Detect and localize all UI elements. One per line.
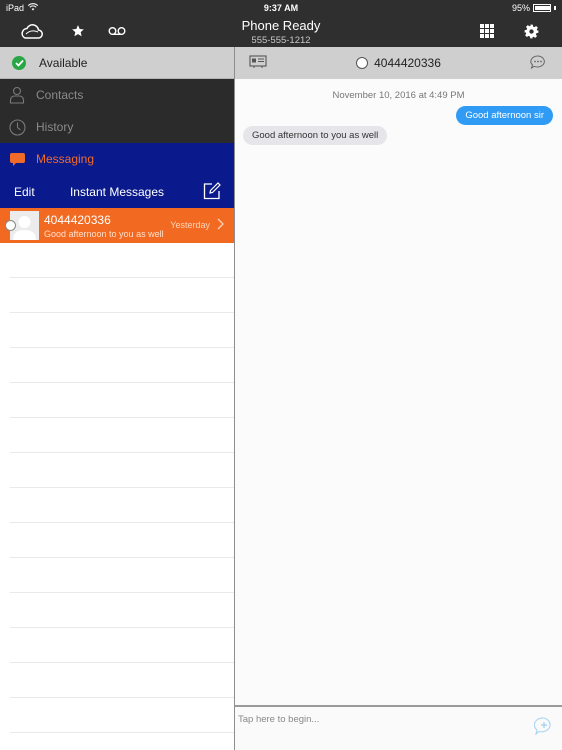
empty-row [10, 593, 234, 628]
gear-icon[interactable] [522, 20, 540, 42]
nav-item-history[interactable]: History [0, 111, 234, 143]
empty-row [10, 698, 234, 733]
conversation-time: Yesterday [170, 220, 210, 230]
empty-row [10, 383, 234, 418]
empty-row [10, 278, 234, 313]
nav-item-messaging[interactable]: Messaging [0, 143, 234, 175]
nav-label-history: History [36, 120, 74, 134]
empty-row [10, 453, 234, 488]
messaging-section: Messaging Edit Instant Messages [0, 143, 234, 208]
send-icon[interactable] [533, 717, 554, 740]
select-radio[interactable] [5, 220, 16, 231]
chat-pane: 4044420336 November 10, 2016 at 4:49 PM … [235, 47, 562, 750]
nav-menu: Contacts History [0, 79, 234, 143]
empty-row [10, 348, 234, 383]
more-options-icon[interactable] [530, 55, 546, 74]
chevron-right-icon [217, 217, 224, 235]
message-composer [235, 705, 562, 750]
left-pane: Available Contacts History Messaging Edi… [0, 47, 234, 750]
battery-indicator: 95% [512, 3, 556, 13]
voicemail-icon[interactable] [107, 20, 127, 42]
empty-list-rows [0, 243, 234, 733]
instant-messages-header: Edit Instant Messages [0, 175, 234, 208]
dialpad-icon[interactable] [479, 20, 495, 42]
conversation-preview: Good afternoon to you as well [44, 229, 164, 239]
clock-icon [8, 118, 26, 136]
checkmark-icon [12, 55, 26, 70]
empty-row [10, 243, 234, 278]
empty-row [10, 558, 234, 593]
empty-row [10, 313, 234, 348]
compose-icon[interactable] [203, 182, 221, 203]
empty-row [10, 663, 234, 698]
outgoing-message: Good afternoon sir [456, 106, 553, 125]
presence-status[interactable]: Available [0, 47, 234, 79]
battery-icon [533, 4, 551, 12]
instant-messages-title: Instant Messages [69, 184, 165, 199]
chat-contact-name: 4044420336 [374, 56, 441, 70]
nav-label-contacts: Contacts [36, 88, 84, 102]
cloud-icon[interactable] [18, 20, 44, 42]
nav-item-contacts[interactable]: Contacts [0, 79, 234, 111]
chat-contact: 4044420336 [235, 56, 562, 70]
empty-row [10, 418, 234, 453]
empty-row [10, 488, 234, 523]
edit-button[interactable]: Edit [14, 185, 35, 199]
contact-status-circle [356, 57, 369, 69]
chat-header: 4044420336 [235, 47, 562, 79]
presence-label: Available [39, 55, 88, 70]
message-input[interactable] [238, 710, 518, 728]
top-bar: iPad 9:37 AM 95% Phone Ready 555-555-121… [0, 0, 562, 47]
conversation-name: 4044420336 [44, 213, 111, 227]
empty-row [10, 523, 234, 558]
empty-row [10, 628, 234, 663]
chat-bubble-icon [8, 150, 26, 168]
clock: 9:37 AM [263, 3, 299, 13]
battery-percent: 95% [511, 3, 530, 13]
person-icon [8, 86, 26, 104]
nav-label-messaging: Messaging [36, 152, 95, 166]
conversation-row[interactable]: 4044420336 Good afternoon to you as well… [0, 208, 234, 243]
star-icon[interactable] [70, 20, 86, 42]
status-bar: iPad 9:37 AM 95% [0, 0, 562, 16]
incoming-message: Good afternoon to you as well [243, 126, 388, 145]
message-timestamp: November 10, 2016 at 4:49 PM [332, 90, 465, 101]
